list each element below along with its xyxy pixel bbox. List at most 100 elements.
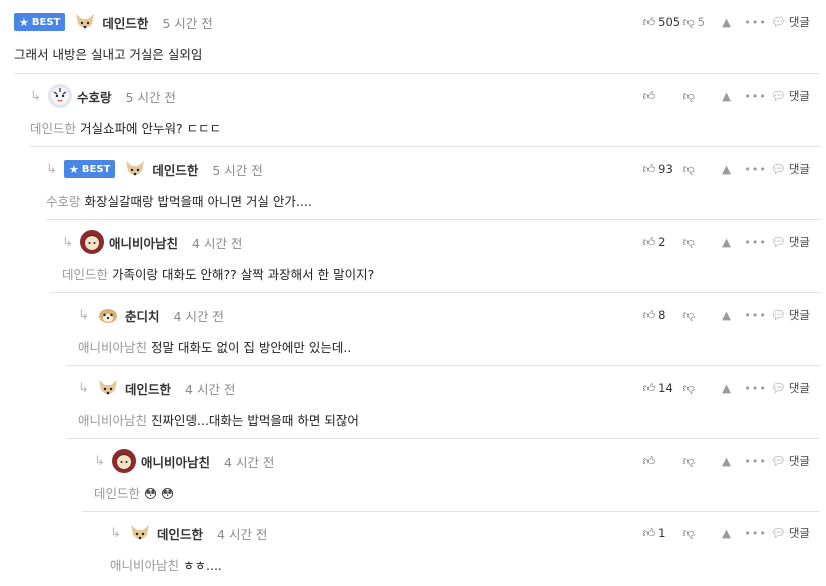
- comment-actions: 👍︎ 8 👎︎ ▲ ••• 💬︎ 댓글: [643, 301, 810, 329]
- report-warning-icon[interactable]: ▲: [713, 526, 741, 540]
- reply-arrow-icon: ↳: [62, 234, 73, 250]
- comment-author[interactable]: 데인드한: [152, 160, 198, 179]
- thumbs-down-icon: 👎︎: [682, 88, 695, 103]
- comment-body: 애니비아남친 정말 대화도 없이 집 방안에만 있는데..: [78, 340, 352, 355]
- like-button[interactable]: 👍︎ 505: [643, 15, 683, 30]
- comment: ↳ 수호랑 5 시간 전 👍︎ 👎︎ ▲ ••• 💬︎ 댓글 데인드한 거실쇼파에 …: [30, 82, 820, 144]
- thumbs-down-icon: 👎︎: [682, 380, 695, 395]
- more-button[interactable]: •••: [741, 163, 771, 176]
- comment: ↳ 애니비아남친 4 시간 전 👍︎ 👎︎ ▲ ••• 💬︎ 댓글 데인드한 😳 😳: [94, 447, 820, 509]
- more-button[interactable]: •••: [741, 16, 771, 29]
- mention[interactable]: 데인드한: [94, 486, 140, 501]
- like-button[interactable]: 👍︎ 14: [643, 381, 683, 396]
- comment-time: 4 시간 전: [224, 454, 275, 470]
- like-button[interactable]: 👍︎: [643, 454, 683, 469]
- like-button[interactable]: 👍︎ 1: [643, 526, 683, 541]
- comment-author[interactable]: 애니비아남친: [141, 452, 210, 471]
- reply-button[interactable]: 💬︎ 댓글: [771, 234, 810, 250]
- mention[interactable]: 애니비아남친: [78, 340, 147, 355]
- comment-body: 데인드한 가족이랑 대화도 안해?? 살짝 과장해서 한 말이지?: [62, 267, 375, 282]
- report-warning-icon[interactable]: ▲: [713, 454, 741, 468]
- mention[interactable]: 데인드한: [62, 267, 108, 282]
- report-warning-icon[interactable]: ▲: [713, 235, 741, 249]
- report-warning-icon[interactable]: ▲: [713, 15, 741, 29]
- comment-author[interactable]: 애니비아남친: [109, 233, 178, 252]
- more-button[interactable]: •••: [741, 309, 771, 322]
- dislike-button[interactable]: 👎︎: [683, 381, 713, 396]
- like-button[interactable]: 👍︎ 93: [643, 162, 683, 177]
- reply-button[interactable]: 💬︎ 댓글: [771, 88, 810, 104]
- dislike-button[interactable]: 👎︎: [683, 89, 713, 104]
- character-avatar[interactable]: [80, 230, 104, 254]
- comment-author[interactable]: 춘디치: [125, 306, 160, 325]
- mention[interactable]: 수호랑: [46, 194, 81, 209]
- speech-bubble-icon: 💬︎: [770, 89, 786, 103]
- reply-arrow-icon: ↳: [46, 161, 57, 177]
- thumbs-up-icon: 👍︎: [642, 234, 656, 249]
- more-button[interactable]: •••: [741, 527, 771, 540]
- comment: ↳ 애니비아남친 4 시간 전 👍︎ 2 👎︎ ▲ ••• 💬︎ 댓글 데인드한 가족…: [62, 228, 820, 290]
- comment-author[interactable]: 데인드한: [157, 524, 203, 543]
- comment: ↳ ★ BEST 데인드한 5 시간 전 👍︎ 93 👎︎ ▲ ••• 💬︎ 댓글 수…: [46, 155, 820, 217]
- comment-body: 데인드한 거실쇼파에 안누워? ㄷㄷㄷ: [30, 121, 222, 136]
- report-warning-icon[interactable]: ▲: [713, 162, 741, 176]
- comment-time: 4 시간 전: [192, 235, 243, 251]
- reply-button[interactable]: 💬︎ 댓글: [771, 525, 810, 541]
- comment-author[interactable]: 데인드한: [102, 13, 148, 32]
- puppy-avatar[interactable]: [96, 303, 120, 327]
- reply-button[interactable]: 💬︎ 댓글: [771, 161, 810, 177]
- more-button[interactable]: •••: [741, 382, 771, 395]
- report-warning-icon[interactable]: ▲: [713, 308, 741, 322]
- divider: [82, 511, 820, 512]
- speech-bubble-icon: 💬︎: [770, 526, 786, 540]
- mention[interactable]: 애니비아남친: [78, 413, 147, 428]
- like-button[interactable]: 👍︎: [643, 89, 683, 104]
- comment-actions: 👍︎ 2 👎︎ ▲ ••• 💬︎ 댓글: [643, 228, 810, 256]
- reply-button[interactable]: 💬︎ 댓글: [771, 453, 810, 469]
- like-button[interactable]: 👍︎ 8: [643, 308, 683, 323]
- thumbs-down-icon: 👎︎: [682, 307, 695, 322]
- comment-author[interactable]: 데인드한: [125, 379, 171, 398]
- mention[interactable]: 데인드한: [30, 121, 76, 136]
- comment-time: 4 시간 전: [173, 308, 224, 324]
- reply-button[interactable]: 💬︎ 댓글: [771, 14, 810, 30]
- dislike-button[interactable]: 👎︎ 5: [683, 15, 713, 30]
- comment-actions: 👍︎ 👎︎ ▲ ••• 💬︎ 댓글: [643, 82, 810, 110]
- divider: [46, 219, 820, 220]
- reply-button[interactable]: 💬︎ 댓글: [771, 380, 810, 396]
- more-button[interactable]: •••: [741, 90, 771, 103]
- speech-bubble-icon: 💬︎: [770, 381, 786, 395]
- reply-arrow-icon: ↳: [94, 453, 105, 469]
- comment-author[interactable]: 수호랑: [77, 87, 112, 106]
- speech-bubble-icon: 💬︎: [770, 454, 786, 468]
- dog-avatar[interactable]: [73, 10, 98, 34]
- dislike-button[interactable]: 👎︎: [683, 526, 713, 541]
- dog-avatar[interactable]: [123, 157, 148, 181]
- thumbs-up-icon: 👍︎: [642, 88, 656, 103]
- character-avatar[interactable]: [112, 449, 136, 473]
- dog-avatar[interactable]: [96, 376, 120, 400]
- comment-time: 5 시간 전: [162, 15, 213, 31]
- like-button[interactable]: 👍︎ 2: [643, 235, 683, 250]
- speech-bubble-icon: 💬︎: [770, 308, 786, 322]
- reply-button[interactable]: 💬︎ 댓글: [771, 307, 810, 323]
- report-warning-icon[interactable]: ▲: [713, 89, 741, 103]
- dislike-button[interactable]: 👎︎: [683, 308, 713, 323]
- report-warning-icon[interactable]: ▲: [713, 381, 741, 395]
- dislike-button[interactable]: 👎︎: [683, 235, 713, 250]
- star-icon: ★: [69, 162, 79, 176]
- more-button[interactable]: •••: [741, 236, 771, 249]
- dog-avatar[interactable]: [128, 521, 152, 545]
- comment: ↳ 춘디치 4 시간 전 👍︎ 8 👎︎ ▲ ••• 💬︎ 댓글 애니비아남친 정말 …: [78, 301, 820, 363]
- tiger-avatar[interactable]: [48, 84, 72, 108]
- thumbs-up-icon: 👍︎: [642, 380, 656, 395]
- comment: ↳ 데인드한 4 시간 전 👍︎ 1 👎︎ ▲ ••• 💬︎ 댓글 애니비아남친 ㅎㅎ…: [110, 519, 820, 581]
- more-button[interactable]: •••: [741, 455, 771, 468]
- comment: ↳ 데인드한 4 시간 전 👍︎ 14 👎︎ ▲ ••• 💬︎ 댓글 애니비아남친 진…: [78, 374, 820, 436]
- thumbs-down-icon: 👎︎: [682, 525, 695, 540]
- thumbs-up-icon: 👍︎: [642, 453, 656, 468]
- dislike-button[interactable]: 👎︎: [683, 454, 713, 469]
- dislike-button[interactable]: 👎︎: [683, 162, 713, 177]
- mention[interactable]: 애니비아남친: [110, 558, 179, 573]
- comment-actions: 👍︎ 👎︎ ▲ ••• 💬︎ 댓글: [643, 447, 810, 475]
